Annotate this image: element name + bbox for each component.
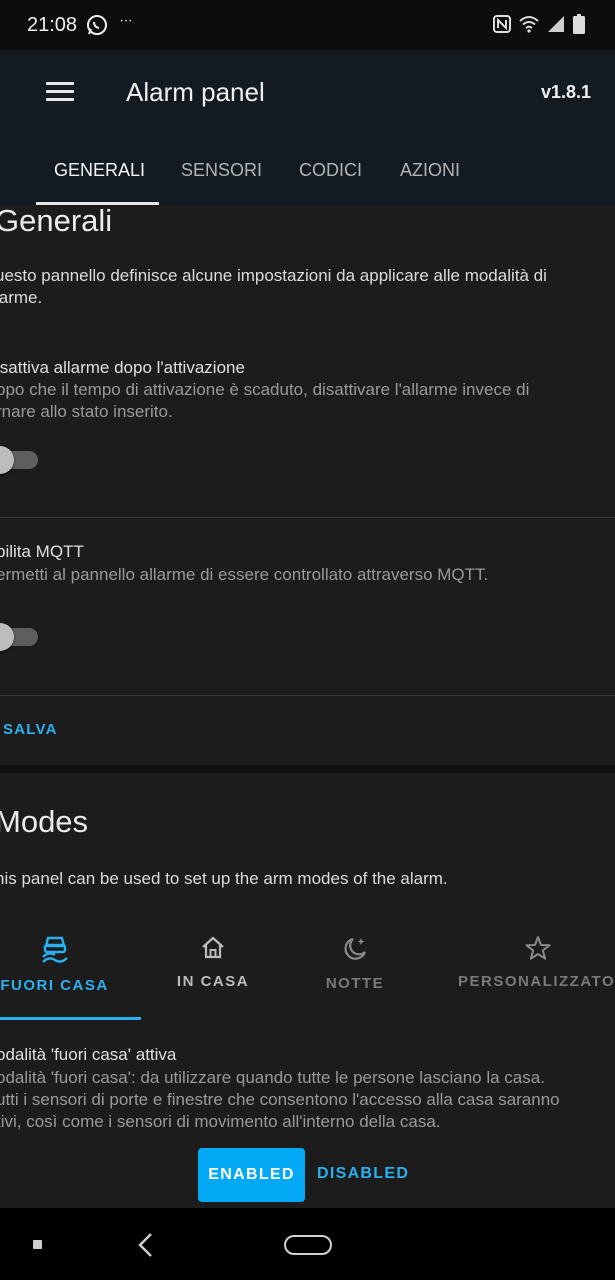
active-mode-desc-line3: tivi, così come i sensori di movimento a… [0, 1112, 441, 1131]
recent-apps-icon[interactable] [33, 1240, 42, 1249]
disarm-after-trigger-toggle[interactable] [0, 444, 38, 474]
mqtt-title: bilita MQTT [0, 542, 84, 561]
disarm-after-trigger-title: isattiva allarme dopo l'attivazione [0, 358, 245, 377]
hamburger-menu-icon[interactable] [46, 82, 74, 102]
system-navigation-bar [0, 1208, 615, 1280]
modes-section-title: Modes [0, 804, 89, 839]
notification-more-icon: ··· [119, 12, 133, 29]
page-title: Alarm panel [126, 77, 265, 107]
active-mode-desc-line2: utti i sensori di porte e finestre che c… [0, 1090, 560, 1109]
signal-icon [547, 15, 565, 38]
status-time: 21:08 [27, 14, 78, 36]
active-mode-desc-line1: odalità 'fuori casa': da utilizzare quan… [0, 1068, 545, 1087]
mode-tab-label: NOTTE [325, 975, 385, 992]
disabled-button[interactable]: DISABLED [317, 1165, 409, 1183]
save-button[interactable]: SALVA [3, 721, 58, 738]
settings-tabs: GENERALI SENSORI CODICI AZIONI [0, 150, 615, 206]
active-mode-indicator [0, 1017, 141, 1020]
mode-tab-label: PERSONALIZZATO [458, 973, 615, 990]
disarm-after-trigger-desc-line1: opo che il tempo di attivazione è scadut… [0, 380, 530, 399]
divider [0, 695, 615, 696]
back-icon[interactable] [136, 1232, 154, 1263]
wifi-icon [519, 15, 539, 38]
whatsapp-icon [86, 14, 108, 41]
mode-tab-in-casa[interactable]: IN CASA [165, 935, 261, 990]
status-bar: 21:08 ··· [0, 0, 615, 50]
mode-tab-notte[interactable]: NOTTE [315, 935, 395, 992]
modes-description: his panel can be used to set up the arm … [0, 869, 448, 888]
tab-sensori[interactable]: SENSORI [181, 160, 262, 181]
home-button-icon[interactable] [284, 1235, 332, 1255]
disarm-after-trigger-desc-line2: rnare allo stato inserito. [0, 402, 173, 421]
divider [0, 517, 615, 518]
general-description-line2: larme. [0, 288, 43, 307]
active-mode-title: odalità 'fuori casa' attiva [0, 1045, 177, 1064]
home-icon [165, 935, 261, 965]
enabled-button[interactable]: ENABLED [198, 1148, 305, 1202]
tab-codici[interactable]: CODICI [299, 160, 362, 181]
mode-tab-label: FUORI CASA [0, 977, 109, 994]
tab-generali[interactable]: GENERALI [54, 160, 145, 181]
mode-tab-personalizzato[interactable]: PERSONALIZZATO [455, 935, 615, 990]
tab-azioni[interactable]: AZIONI [400, 160, 460, 181]
mode-tab-fuori-casa[interactable]: FUORI CASA [0, 935, 117, 994]
battery-icon [573, 14, 585, 39]
general-section-title: Generali [0, 203, 113, 238]
mqtt-toggle[interactable] [0, 621, 38, 651]
moon-star-icon [315, 935, 395, 967]
card-separator [0, 765, 615, 773]
star-icon [525, 935, 615, 965]
car-shield-icon [0, 935, 117, 969]
mode-tab-label: IN CASA [176, 973, 250, 990]
mqtt-desc: ermetti al pannello allarme di essere co… [0, 565, 489, 584]
general-description-line1: uesto pannello definisce alcune impostaz… [0, 266, 547, 285]
version-label: v1.8.1 [540, 82, 591, 102]
nfc-icon [493, 15, 511, 38]
